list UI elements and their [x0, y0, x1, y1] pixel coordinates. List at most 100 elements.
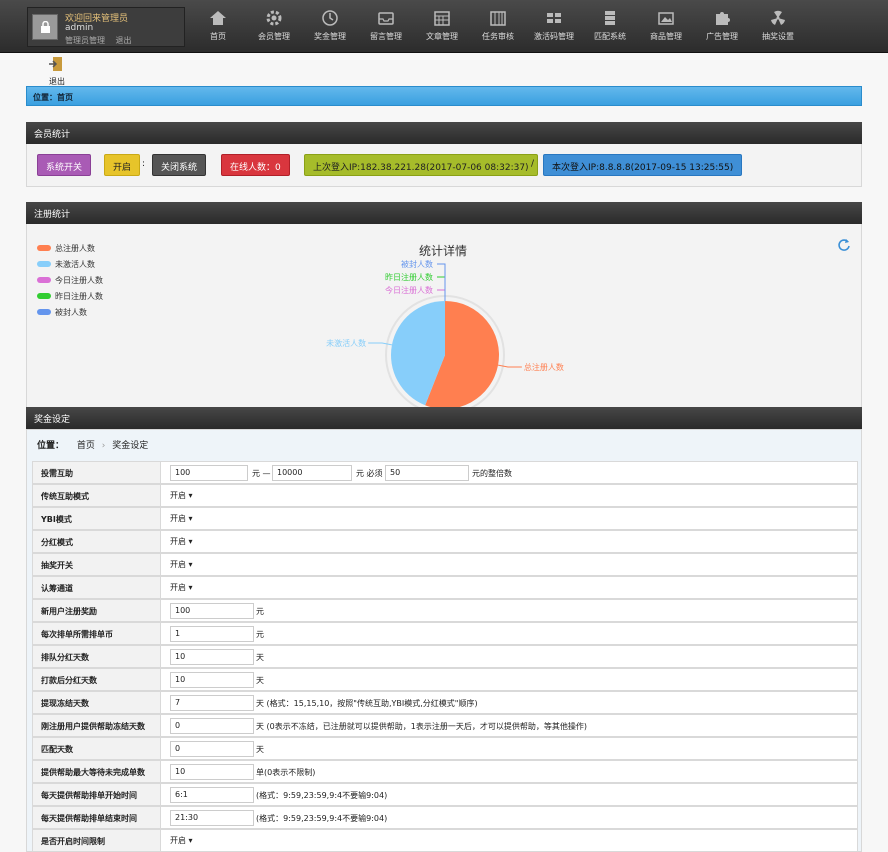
setting-input[interactable]: 1 [170, 626, 254, 642]
quit-button[interactable]: 退出 [45, 55, 69, 87]
blocks-icon [547, 13, 561, 23]
logout-link[interactable]: 退出 [116, 36, 132, 45]
separator-colon: : [142, 159, 146, 169]
setting-label: 认筹通道 [33, 577, 161, 598]
toggle-select[interactable]: 开启 ▾ [170, 559, 193, 570]
nav-goods[interactable]: 商品管理 [638, 0, 694, 53]
setting-label: 每次排单所需排单币 [33, 623, 161, 644]
separator-slash: / [531, 159, 535, 169]
setting-input[interactable]: 10 [170, 764, 254, 780]
pie-chart: 总注册人数 未激活人数 今日注册人数昨日注册人数 被封人数 [326, 259, 564, 407]
settings-row: 打款后分红天数 10 天 [32, 668, 858, 691]
setting-input[interactable]: 7 [170, 695, 254, 711]
setting-label: 投需互助 [33, 462, 161, 483]
setting-label: 排队分红天数 [33, 646, 161, 667]
multiple-input[interactable]: 50 [385, 465, 469, 481]
pie-label-line [497, 364, 522, 368]
setting-input[interactable]: 10 [170, 649, 254, 665]
breadcrumb: 位置：首页 [26, 86, 862, 106]
calendar-icon [434, 11, 450, 26]
pie-label: 总注册人数 [524, 362, 564, 372]
nav-message[interactable]: 留言管理 [358, 0, 414, 53]
radiation-icon [771, 10, 785, 25]
nav-lottery[interactable]: 抽奖设置 [750, 0, 806, 53]
pie-label: 昨日注册人数 [385, 272, 433, 282]
bonus-settings-header: 奖金设定 [26, 407, 862, 429]
close-system-button[interactable]: 关闭系统 [152, 154, 207, 176]
home-icon [210, 11, 226, 25]
pie-label-line [368, 342, 393, 346]
settings-row: 每次排单所需排单币 1 元 [32, 622, 858, 645]
settings-row: 匹配天数 0 天 [32, 737, 858, 760]
setting-label: 匹配天数 [33, 738, 161, 759]
toggle-select[interactable]: 开启 ▾ [170, 490, 193, 501]
nav-member[interactable]: 会员管理 [246, 0, 302, 53]
avatar [32, 14, 58, 40]
pie-label: 今日注册人数 [385, 285, 433, 295]
setting-input[interactable]: 21:30 [170, 810, 254, 826]
settings-row: 每天提供帮助排单结束时间 21:30 (格式：9:59,23:59,9:4不要输9:… [32, 806, 858, 829]
lock-icon [41, 21, 50, 33]
settings-row: 提现冻结天数 7 天 (格式：15,15,10，按照"传统互助,YBI模式,分红模式… [32, 691, 858, 714]
pie-label: 被封人数 [401, 259, 433, 269]
setting-input[interactable]: 0 [170, 718, 254, 734]
open-button[interactable]: 开启 [104, 154, 141, 176]
max-amount-input[interactable]: 10000 [272, 465, 352, 481]
toggle-select[interactable]: 开启 ▾ [170, 835, 193, 846]
setting-label: 抽奖开关 [33, 554, 161, 575]
toggle-select[interactable]: 开启 ▾ [170, 582, 193, 593]
admin-manage-link[interactable]: 管理员管理 [65, 36, 105, 45]
settings-row: 分红模式 开启 ▾ [32, 530, 858, 553]
setting-input[interactable]: 100 [170, 603, 254, 619]
nav-bonus[interactable]: 奖金管理 [302, 0, 358, 53]
inbox-icon [378, 12, 394, 25]
setting-input[interactable]: 6:1 [170, 787, 254, 803]
user-box: 欢迎回来管理员 admin 管理员管理 退出 [27, 7, 185, 47]
bonus-breadcrumb: 位置： 首页 › 奖金设定 [37, 441, 149, 451]
clock-icon [322, 10, 338, 26]
setting-label: 刚注册用户提供帮助冻结天数 [33, 715, 161, 736]
server-icon [605, 11, 615, 25]
toggle-select[interactable]: 开启 ▾ [170, 513, 193, 524]
nav-task[interactable]: 任务审核 [470, 0, 526, 53]
bonus-settings-panel: 位置： 首页 › 奖金设定 投需互助 100 元 —10000 元 必须 50 元的整倍数… [26, 429, 862, 852]
nav-ads[interactable]: 广告管理 [694, 0, 750, 53]
nav-activation[interactable]: 激活码管理 [526, 0, 582, 53]
setting-label: 提现冻结天数 [33, 692, 161, 713]
setting-label: 每天提供帮助排单开始时间 [33, 784, 161, 805]
member-stats-header: 会员统计 [26, 122, 862, 144]
settings-row: 传统互助模式 开启 ▾ [32, 484, 858, 507]
this-login-button[interactable]: 本次登入IP:8.8.8.8(2017-09-15 13:25:55) [543, 154, 743, 176]
setting-label: 传统互助模式 [33, 485, 161, 506]
last-login-button[interactable]: 上次登入IP:182.38.221.28(2017-07-06 08:32:37… [304, 154, 538, 176]
nav-article[interactable]: 文章管理 [414, 0, 470, 53]
settings-row: 是否开启时间限制 开启 ▾ [32, 829, 858, 852]
main-nav: 首页 会员管理 奖金管理 留言管理 文章管理 任务审核 激活码管理 匹配系统 商… [190, 0, 806, 53]
setting-label: 新用户注册奖励 [33, 600, 161, 621]
settings-row: 新用户注册奖励 100 元 [32, 599, 858, 622]
settings-row: 抽奖开关 开启 ▾ [32, 553, 858, 576]
register-stats-body: 总注册人数 未激活人数 今日注册人数 昨日注册人数 被封人数 统计详情 总注册人… [26, 224, 862, 408]
breadcrumb-home-link[interactable]: 首页 [77, 441, 95, 451]
setting-label: 分红模式 [33, 531, 161, 552]
gear-icon [266, 10, 282, 26]
toggle-select[interactable]: 开启 ▾ [170, 536, 193, 547]
setting-input[interactable]: 10 [170, 672, 254, 688]
settings-row: 排队分红天数 10 天 [32, 645, 858, 668]
pie-label: 未激活人数 [326, 338, 366, 348]
min-amount-input[interactable]: 100 [170, 465, 248, 481]
grid-icon [490, 11, 506, 26]
settings-row: 投需互助 100 元 —10000 元 必须 50 元的整倍数 [32, 461, 858, 484]
username: admin [65, 23, 94, 33]
top-navbar: 欢迎回来管理员 admin 管理员管理 退出 首页 会员管理 奖金管理 留言管理… [0, 0, 888, 53]
nav-match[interactable]: 匹配系统 [582, 0, 638, 53]
puzzle-icon [716, 12, 730, 25]
setting-input[interactable]: 0 [170, 741, 254, 757]
nav-home[interactable]: 首页 [190, 0, 246, 53]
picture-icon [658, 12, 674, 25]
online-count-button[interactable]: 在线人数：0 [221, 154, 290, 176]
setting-label: 是否开启时间限制 [33, 830, 161, 851]
member-stats-body: 系统开关 开启 : 关闭系统 在线人数：0 上次登入IP:182.38.221.… [26, 144, 862, 187]
settings-row: 每天提供帮助排单开始时间 6:1 (格式：9:59,23:59,9:4不要输9:04… [32, 783, 858, 806]
system-switch-button[interactable]: 系统开关 [37, 154, 92, 176]
